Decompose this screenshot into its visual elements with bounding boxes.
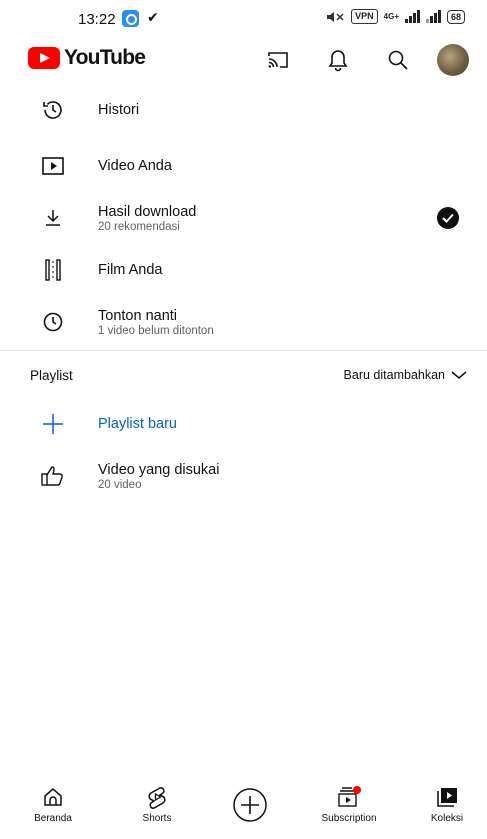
download-icon bbox=[40, 205, 66, 231]
youtube-play-icon bbox=[28, 47, 60, 69]
nav-label: Shorts bbox=[142, 813, 172, 824]
list-item-title: Film Anda bbox=[98, 262, 163, 278]
list-item-liked-videos[interactable]: Video yang disukai 20 video bbox=[0, 450, 487, 502]
create-button[interactable] bbox=[232, 787, 268, 823]
app-header: YouTube bbox=[0, 40, 487, 76]
list-item-video-anda[interactable]: Video Anda bbox=[0, 140, 487, 192]
sort-label: Baru ditambahkan bbox=[343, 368, 445, 382]
history-icon bbox=[40, 97, 66, 123]
mute-icon bbox=[327, 11, 344, 22]
film-icon bbox=[40, 257, 66, 283]
nav-beranda[interactable]: Beranda bbox=[13, 783, 93, 824]
playlist-header: Playlist Baru ditambahkan bbox=[0, 366, 487, 386]
nav-label: Subscription bbox=[321, 813, 377, 824]
bell-icon[interactable] bbox=[323, 45, 353, 75]
nav-subscription[interactable]: Subscription bbox=[309, 783, 389, 824]
section-divider bbox=[0, 350, 487, 351]
list-item-subtitle: 1 video belum ditonton bbox=[98, 324, 214, 337]
home-icon bbox=[13, 783, 93, 811]
battery-indicator: 68 bbox=[446, 9, 465, 24]
avatar[interactable] bbox=[437, 44, 469, 76]
signal-2-icon bbox=[425, 10, 441, 23]
status-indicators: VPN 4G+ 68 bbox=[325, 9, 465, 24]
signal-icon bbox=[404, 10, 420, 23]
subscriptions-icon bbox=[309, 783, 389, 811]
new-playlist-button[interactable]: Playlist baru bbox=[0, 398, 487, 450]
network-type: 4G+ bbox=[383, 11, 399, 21]
shorts-icon bbox=[117, 783, 197, 811]
chevron-down-icon bbox=[451, 371, 467, 379]
nav-label: Koleksi bbox=[430, 813, 464, 824]
list-item-hasil-download[interactable]: Hasil download 20 rekomendasi bbox=[0, 192, 487, 244]
library-list: Histori Video Anda Hasil download 20 rek… bbox=[0, 88, 487, 348]
cast-icon[interactable] bbox=[263, 45, 293, 75]
video-icon bbox=[40, 153, 66, 179]
playlist-sort-dropdown[interactable]: Baru ditambahkan bbox=[344, 368, 467, 382]
app-notification-icon bbox=[122, 10, 139, 27]
library-icon bbox=[407, 783, 487, 811]
thumb-up-icon bbox=[40, 463, 66, 489]
status-time: 13:22 bbox=[78, 11, 116, 28]
list-item-subtitle: 20 video bbox=[98, 478, 142, 491]
list-item-film-anda[interactable]: Film Anda bbox=[0, 244, 487, 296]
create-icon bbox=[233, 788, 267, 822]
list-item-subtitle: 20 rekomendasi bbox=[98, 220, 180, 233]
playlist-list: Playlist baru Video yang disukai 20 vide… bbox=[0, 398, 487, 502]
list-item-title: Video Anda bbox=[98, 158, 172, 174]
youtube-logo[interactable]: YouTube bbox=[28, 46, 146, 70]
check-notification-icon: ✔ bbox=[147, 9, 159, 25]
vpn-badge: VPN bbox=[351, 9, 378, 24]
playlist-section-title: Playlist bbox=[30, 368, 73, 383]
list-item-title: Histori bbox=[98, 102, 140, 118]
status-bar: 13:22 ✔ VPN 4G+ 68 bbox=[0, 0, 487, 36]
list-item-tonton-nanti[interactable]: Tonton nanti 1 video belum ditonton bbox=[0, 296, 487, 348]
search-icon[interactable] bbox=[383, 45, 413, 75]
list-item-title: Hasil download bbox=[98, 203, 197, 220]
download-check-icon bbox=[437, 207, 459, 229]
bottom-navigation: Beranda Shorts Subscription Koleksi bbox=[0, 779, 487, 839]
logo-text: YouTube bbox=[64, 46, 146, 69]
plus-icon bbox=[40, 411, 66, 437]
list-item-title: Video yang disukai bbox=[98, 461, 220, 478]
nav-koleksi[interactable]: Koleksi bbox=[407, 783, 487, 824]
nav-shorts[interactable]: Shorts bbox=[117, 783, 197, 824]
list-item-title: Playlist baru bbox=[98, 416, 177, 432]
list-item-title: Tonton nanti bbox=[98, 307, 178, 324]
clock-icon bbox=[40, 309, 66, 335]
list-item-histori[interactable]: Histori bbox=[0, 84, 487, 136]
nav-label: Beranda bbox=[34, 813, 72, 824]
